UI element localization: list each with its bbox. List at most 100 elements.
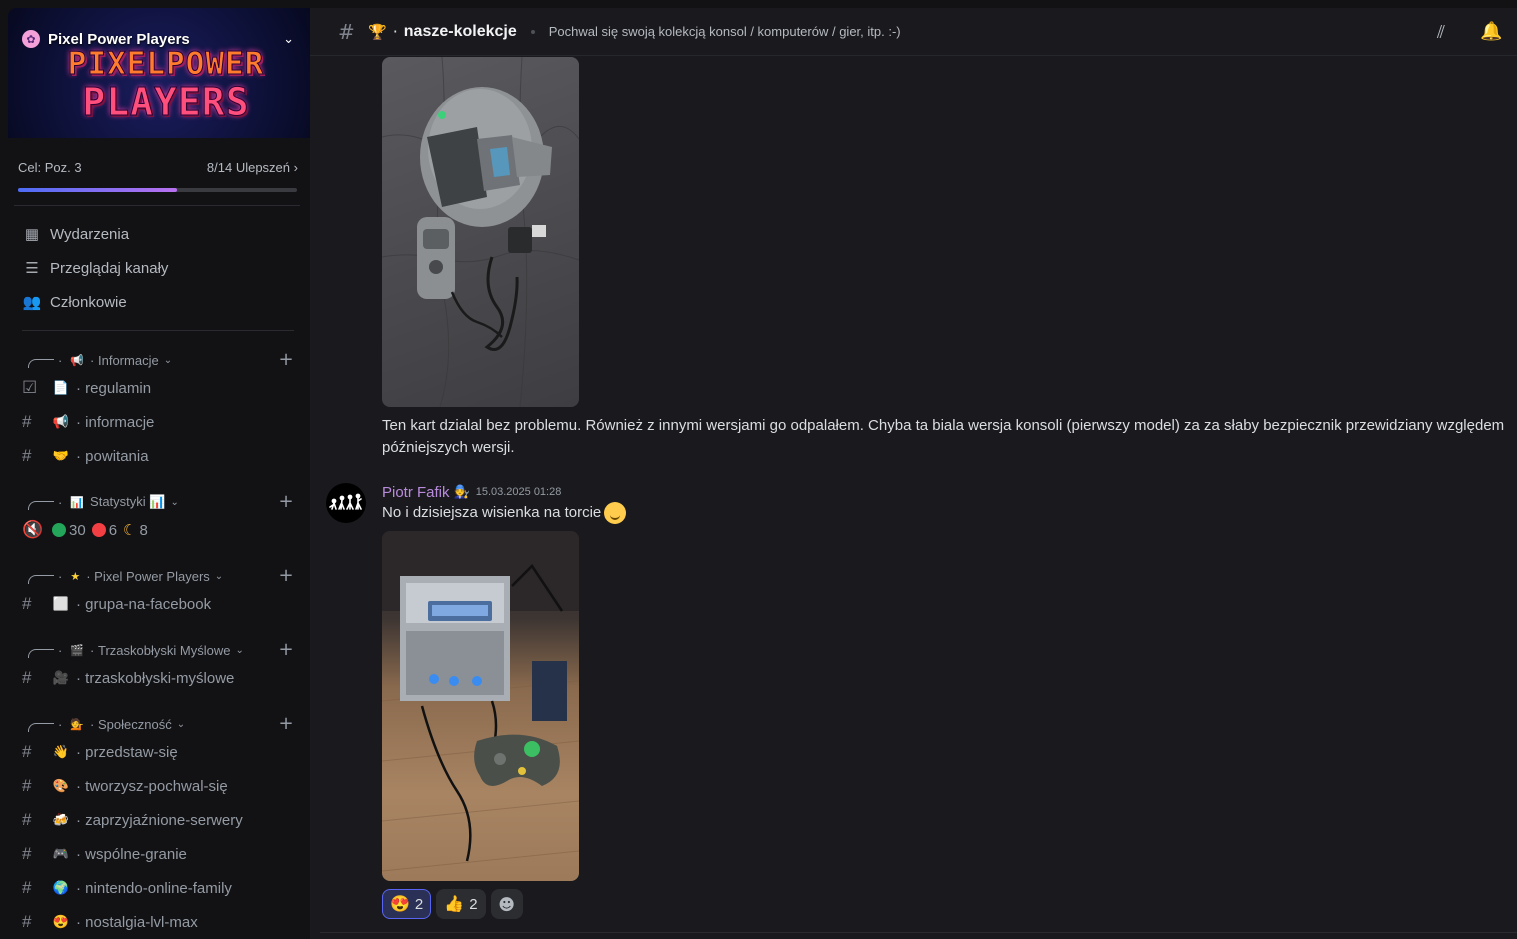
chevron-down-icon[interactable]: ⌄ bbox=[283, 32, 294, 47]
evolution-avatar-icon bbox=[329, 493, 362, 510]
dnd-status-icon bbox=[91, 523, 106, 537]
white-square-icon: ⬜ bbox=[52, 596, 70, 611]
message-timestamp[interactable]: 15.03.2025 01:28 bbox=[476, 486, 562, 498]
slight-smile-emoji-icon bbox=[604, 502, 627, 525]
channel-przedstaw-sie[interactable]: # 👋 · przedstaw-się bbox=[22, 737, 298, 767]
message-list[interactable]: Ten kart dzialal bez problemu. Również z… bbox=[310, 56, 1517, 939]
reaction-bar: 😍 2 👍 2 ☻ bbox=[382, 889, 523, 919]
boost-count-label: 8/14 Ulepszeń › bbox=[206, 160, 298, 175]
hash-icon: # bbox=[22, 594, 32, 613]
add-reaction-button[interactable]: ☻ bbox=[490, 889, 523, 919]
server-header[interactable]: ✿ Pixel Power Players ⌄ bbox=[22, 22, 294, 56]
hash-icon: # bbox=[22, 776, 32, 795]
trophy-icon: 🏆 bbox=[368, 22, 387, 41]
channel-label: · wspólne-granie bbox=[76, 845, 187, 863]
nav-label: Członkowie bbox=[50, 293, 127, 311]
reaction-thumbs-up[interactable]: 👍 2 bbox=[436, 889, 486, 919]
title-bar bbox=[310, 0, 1517, 8]
hash-icon: # bbox=[22, 668, 32, 687]
category-label: Trzaskobłyski Myślowe bbox=[98, 642, 231, 658]
add-channel-icon[interactable]: + bbox=[278, 641, 294, 659]
server-sidebar: ✿ Pixel Power Players ⌄ PIXELPOWER PLAYE… bbox=[0, 0, 310, 939]
calendar-icon: ▦ bbox=[24, 226, 40, 243]
category-statystyki[interactable]: · 📊 Statystyki 📊 ⌄ bbox=[28, 492, 179, 512]
channel-header: # 🏆 · nasze-kolekcje Pochwal się swoją k… bbox=[310, 8, 1517, 56]
channel-powitania[interactable]: # 🤝 · powitania bbox=[22, 441, 298, 471]
message-header: Piotr Fafik 🧑‍🔧 15.03.2025 01:28 bbox=[382, 482, 561, 502]
boost-progress-fill bbox=[18, 188, 178, 192]
hash-icon: # bbox=[22, 844, 32, 863]
person-tipping-hand-icon: 💁 bbox=[70, 718, 85, 731]
divider bbox=[22, 330, 294, 331]
header-dot: · bbox=[392, 22, 398, 41]
globe-icon: 🌍 bbox=[52, 880, 70, 895]
author-name[interactable]: Piotr Fafik bbox=[382, 484, 450, 501]
channel-grupa-na-facebook[interactable]: # ⬜ · grupa-na-facebook bbox=[22, 589, 298, 619]
chevron-down-icon: ⌄ bbox=[235, 644, 244, 656]
wave-icon: 👋 bbox=[52, 744, 70, 759]
channel-tworzysz-pochwal-sie[interactable]: # 🎨 · tworzysz-pochwal-się bbox=[22, 771, 298, 801]
boost-goal-label: Cel: Poz. 3 bbox=[18, 160, 82, 175]
nav-events[interactable]: ▦ Wydarzenia bbox=[22, 219, 129, 249]
nav-browse-channels[interactable]: ☰ Przeglądaj kanały bbox=[22, 253, 168, 283]
channel-title: nasze-kolekcje bbox=[403, 22, 517, 40]
add-reaction-icon: ☻ bbox=[498, 894, 515, 914]
clapper-icon: 🎬 bbox=[70, 644, 85, 657]
channel-nostalgia-lvl-max[interactable]: # 😍 · nostalgia-lvl-max bbox=[22, 907, 298, 937]
bar-chart-icon: 📊 bbox=[70, 496, 85, 509]
boost-goal-row[interactable]: Cel: Poz. 3 8/14 Ulepszeń › bbox=[18, 160, 298, 178]
nav-members[interactable]: 👥 Członkowie bbox=[22, 287, 127, 317]
server-banner[interactable]: ✿ Pixel Power Players ⌄ PIXELPOWER PLAYE… bbox=[8, 8, 310, 138]
reaction-heart-eyes[interactable]: 😍 2 bbox=[382, 889, 432, 919]
megaphone-icon: 📢 bbox=[52, 414, 70, 429]
beers-icon: 🍻 bbox=[52, 812, 70, 827]
online-count: 30 bbox=[69, 521, 86, 539]
chevron-down-icon: ⌄ bbox=[176, 718, 186, 730]
channel-trzaskoblyski-myslowe[interactable]: # 🎥 · trzaskobłyski-myślowe bbox=[22, 663, 298, 693]
palette-icon: 🎨 bbox=[52, 778, 70, 793]
category-line-icon bbox=[28, 358, 54, 368]
hash-icon: # bbox=[22, 742, 32, 761]
browse-channels-icon: ☰ bbox=[25, 260, 39, 277]
megaphone-icon: 📢 bbox=[70, 354, 85, 367]
bell-icon[interactable]: 🔔 bbox=[1480, 21, 1502, 42]
reaction-count: 2 bbox=[414, 895, 424, 913]
header-separator bbox=[530, 29, 535, 34]
thumbs-up-icon: 👍 bbox=[444, 896, 465, 913]
hash-icon: # bbox=[22, 912, 32, 931]
add-channel-icon[interactable]: + bbox=[278, 567, 294, 585]
server-logo-line2: PLAYERS bbox=[82, 80, 250, 125]
category-pixel-power-players[interactable]: · ★ · Pixel Power Players ⌄ bbox=[28, 566, 223, 586]
category-informacje[interactable]: · 📢 · Informacje ⌄ bbox=[28, 350, 172, 370]
add-channel-icon[interactable]: + bbox=[278, 715, 294, 733]
channel-regulamin[interactable]: ☑ 📄 · regulamin bbox=[22, 373, 298, 403]
channel-label: · trzaskobłyski-myślowe bbox=[76, 669, 235, 687]
channel-nintendo-online-family[interactable]: # 🌍 · nintendo-online-family bbox=[22, 873, 298, 903]
add-channel-icon[interactable]: + bbox=[278, 493, 294, 511]
category-trzaskoblyski[interactable]: · 🎬 · Trzaskobłyski Myślowe ⌄ bbox=[28, 640, 244, 660]
channel-informacje[interactable]: # 📢 · informacje bbox=[22, 407, 298, 437]
console-photo-illustration bbox=[382, 57, 579, 407]
boost-progress-bar bbox=[18, 188, 297, 192]
reaction-count: 2 bbox=[469, 895, 478, 913]
category-line-icon bbox=[28, 722, 54, 732]
add-channel-icon[interactable]: + bbox=[278, 351, 294, 369]
message-content: Ten kart dzialal bez problemu. Również z… bbox=[382, 417, 1505, 456]
threads-icon[interactable]: ⫽ bbox=[1437, 22, 1445, 43]
message-image-gamecube[interactable] bbox=[382, 531, 579, 881]
category-spolecznosc[interactable]: · 💁 · Społeczność ⌄ bbox=[28, 714, 185, 734]
heart-eyes-icon: 😍 bbox=[52, 914, 70, 929]
message-content: No i dzisiejsza wisienka na torcie bbox=[382, 502, 627, 525]
channel-wspolne-granie[interactable]: # 🎮 · wspólne-granie bbox=[22, 839, 298, 869]
category-line-icon bbox=[28, 648, 54, 658]
chevron-right-icon: › bbox=[293, 160, 298, 175]
channel-zaprzyjaznione-serwery[interactable]: # 🍻 · zaprzyjaźnione-serwery bbox=[22, 805, 298, 835]
gamepad-icon: 🎮 bbox=[52, 846, 70, 861]
category-line-icon bbox=[28, 500, 54, 510]
avatar[interactable] bbox=[326, 483, 366, 523]
channel-label: · informacje bbox=[76, 413, 155, 431]
category-label: Statystyki 📊 bbox=[90, 494, 166, 509]
channel-topic[interactable]: Pochwal się swoją kolekcją konsol / komp… bbox=[549, 24, 901, 39]
message-image-console[interactable] bbox=[382, 57, 579, 407]
channel-stats-voice[interactable]: 🔇 30 6 ☾ 8 bbox=[22, 515, 298, 545]
